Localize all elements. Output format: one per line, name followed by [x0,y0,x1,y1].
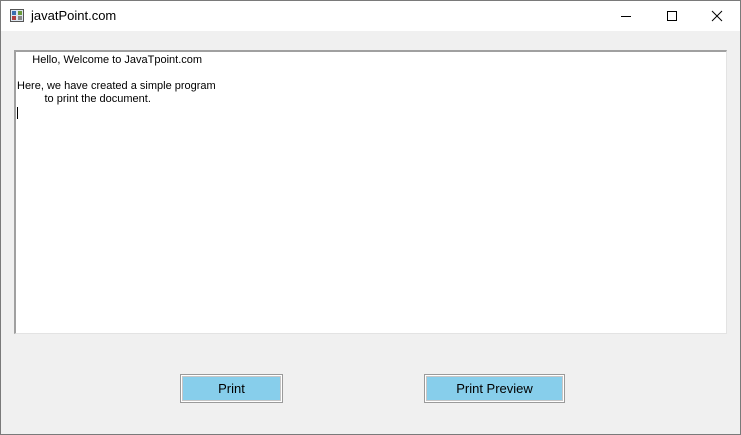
close-button[interactable] [694,1,740,31]
document-line: to print the document. [17,93,151,105]
close-icon [711,10,723,22]
document-line: Hello, Welcome to JavaTpoint.com [17,54,203,66]
app-window: javatPoint.com Hello, Welcome to JavaTpo… [0,0,741,435]
print-preview-button[interactable]: Print Preview [424,374,565,403]
minimize-icon [621,16,631,17]
title-bar[interactable]: javatPoint.com [1,1,740,31]
document-line: Here, we have created a simple program [17,80,216,92]
print-button[interactable]: Print [180,374,283,403]
form-app-icon[interactable] [10,9,24,22]
maximize-icon [667,11,677,21]
document-textbox[interactable]: Hello, Welcome to JavaTpoint.com Here, w… [14,50,727,334]
text-caret [17,107,18,119]
window-title: javatPoint.com [31,8,117,23]
maximize-button[interactable] [649,1,695,31]
minimize-button[interactable] [603,1,649,31]
